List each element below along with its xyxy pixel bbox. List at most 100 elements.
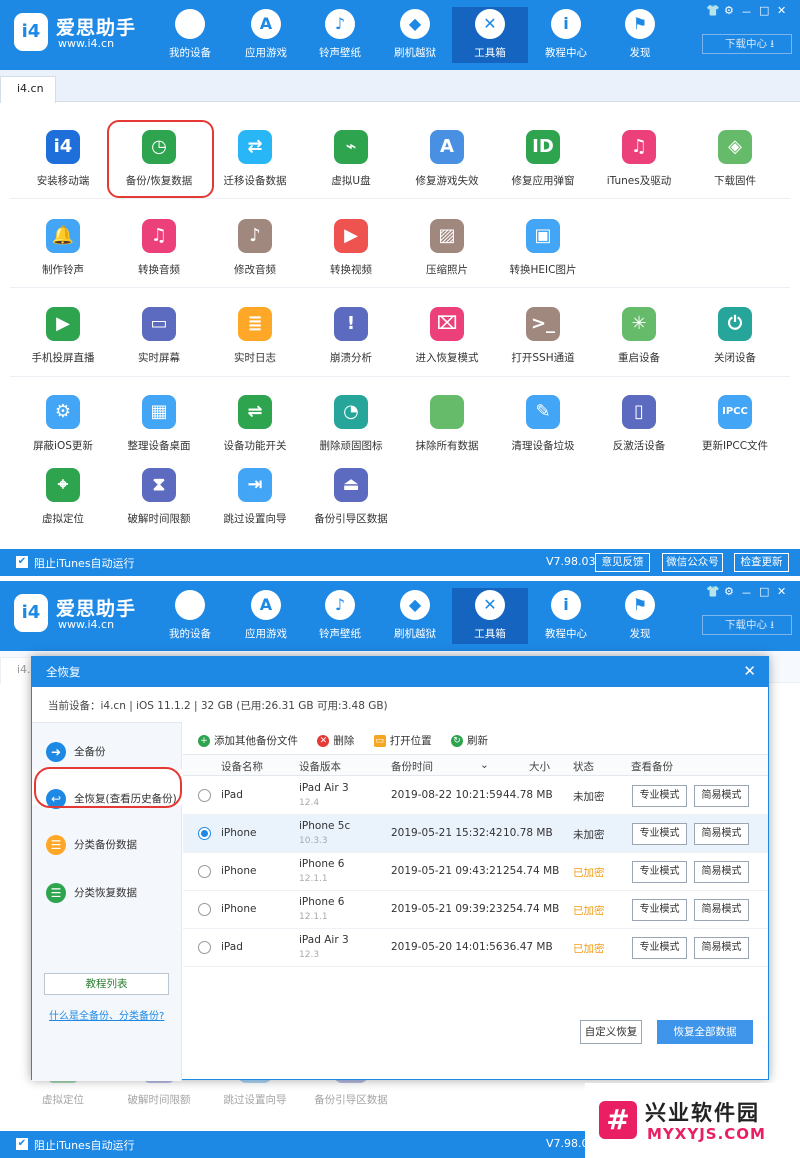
open-location-button[interactable]: ▭ 打开位置 [373, 733, 432, 748]
row-radio[interactable] [198, 827, 211, 840]
nav-item-0[interactable]: 我的设备 [152, 588, 228, 644]
tool-toggle[interactable]: ⇌ 设备功能开关 [207, 395, 303, 453]
tool-fix-game[interactable]: A 修复游戏失效 [399, 130, 495, 188]
tab-i4cn[interactable]: i4.cn [0, 76, 56, 103]
simple-mode-button[interactable]: 简易模式 [694, 861, 749, 883]
row-radio[interactable] [198, 865, 211, 878]
sidebar-item-category-backup[interactable]: ☰ 分类备份数据 [46, 833, 137, 857]
table-row[interactable]: iPhone iPhone 6 12.1.1 2019-05-21 09:39:23 2… [183, 891, 768, 929]
tool-log[interactable]: ≣ 实时日志 [207, 307, 303, 365]
tutorial-list-button[interactable]: 教程列表 [44, 973, 169, 995]
pro-mode-button[interactable]: 专业模式 [632, 861, 687, 883]
tool-skip-setup[interactable]: ⇥ 跳过设置向导 [207, 468, 303, 526]
tool-ipcc[interactable]: IPCC 更新IPCC文件 [687, 395, 783, 453]
feedback-button[interactable]: 意见反馈 [595, 553, 650, 572]
sidebar-item-category-restore[interactable]: ☰ 分类恢复数据 [46, 881, 137, 905]
download-center-button[interactable]: 下载中心 ⭳ [702, 34, 792, 54]
close-icon[interactable]: ✕ [777, 585, 786, 598]
nav-item-6[interactable]: ⚑ 发现 [602, 7, 678, 63]
nav-item-5[interactable]: i 教程中心 [528, 7, 604, 63]
skin-icon[interactable]: 👕 [706, 4, 720, 17]
tool-monitor[interactable]: ▭ 实时屏幕 [111, 307, 207, 365]
dialog-close-icon[interactable]: ✕ [743, 657, 756, 685]
download-center-button[interactable]: 下载中心 ⭳ [702, 615, 792, 635]
nav-item-1[interactable]: A 应用游戏 [228, 7, 304, 63]
tool-recovery[interactable]: ⌧ 进入恢复模式 [399, 307, 495, 365]
maximize-icon[interactable]: □ [759, 585, 769, 598]
simple-mode-button[interactable]: 简易模式 [694, 785, 749, 807]
close-icon[interactable]: ✕ [777, 4, 786, 17]
what-is-backup-link[interactable]: 什么是全备份、分类备份? [49, 1007, 164, 1022]
tool-migrate[interactable]: ⇄ 迁移设备数据 [207, 130, 303, 188]
tool-usb[interactable]: ⌁ 虚拟U盘 [303, 130, 399, 188]
tool-screen-cast[interactable]: ▶ 手机投屏直播 [15, 307, 111, 365]
minimize-icon[interactable]: － [741, 585, 752, 601]
tool-heic[interactable]: ▣ 转换HEIC图片 [495, 219, 591, 277]
custom-restore-button[interactable]: 自定义恢复 [580, 1020, 642, 1044]
tool-delete-icon[interactable]: ◔ 删除顽固图标 [303, 395, 399, 453]
delete-button[interactable]: ✕ 删除 [317, 733, 354, 748]
nav-item-3[interactable]: ◆ 刷机越狱 [377, 7, 453, 63]
tool-firmware[interactable]: ◈ 下载固件 [687, 130, 783, 188]
nav-item-2[interactable]: ♪ 铃声壁纸 [302, 7, 378, 63]
tool-itunes[interactable]: ♫ iTunes及驱动 [591, 130, 687, 188]
itunes-checkbox[interactable]: ✔ [16, 1138, 28, 1150]
tool-crash[interactable]: ! 崩溃分析 [303, 307, 399, 365]
sort-icon[interactable]: ⌄ [480, 759, 489, 771]
tool-location[interactable]: ⌖ 虚拟定位 [15, 468, 111, 526]
settings-icon[interactable]: ⚙ [724, 585, 734, 598]
tool-i4[interactable]: i4 安装移动端 [15, 130, 111, 188]
pro-mode-button[interactable]: 专业模式 [632, 899, 687, 921]
row-radio[interactable] [198, 903, 211, 916]
tool-apple-id[interactable]: ID 修复应用弹窗 [495, 130, 591, 188]
table-row[interactable]: iPhone iPhone 6 12.1.1 2019-05-21 09:43:21 2… [183, 853, 768, 891]
nav-item-5[interactable]: i 教程中心 [528, 588, 604, 644]
tool-convert-audio[interactable]: ♫ 转换音频 [111, 219, 207, 277]
row-radio[interactable] [198, 941, 211, 954]
tool-edit-audio[interactable]: ♪ 修改音频 [207, 219, 303, 277]
wechat-button[interactable]: 微信公众号 [662, 553, 723, 572]
nav-item-4[interactable]: ✕ 工具箱 [452, 588, 528, 644]
simple-mode-button[interactable]: 简易模式 [694, 937, 749, 959]
tool-block-update[interactable]: ⚙ 屏蔽iOS更新 [15, 395, 111, 453]
settings-icon[interactable]: ⚙ [724, 4, 734, 17]
tool-convert-video[interactable]: ▶ 转换视频 [303, 219, 399, 277]
table-row[interactable]: iPhone iPhone 5c 10.3.3 2019-05-21 15:32:42… [183, 815, 768, 853]
nav-item-4[interactable]: ✕ 工具箱 [452, 7, 528, 63]
col-backup-time[interactable]: 备份时间 [391, 759, 433, 774]
tool-photo[interactable]: ▨ 压缩照片 [399, 219, 495, 277]
itunes-checkbox[interactable]: ✔ [16, 556, 28, 568]
tool-restart[interactable]: ✳ 重启设备 [591, 307, 687, 365]
skin-icon[interactable]: 👕 [706, 585, 720, 598]
table-row[interactable]: iPad iPad Air 3 12.4 2019-08-22 10:21:59 44.… [183, 777, 768, 815]
check-update-button[interactable]: 检查更新 [734, 553, 789, 572]
minimize-icon[interactable]: － [741, 4, 752, 20]
restore-all-button[interactable]: 恢复全部数据 [657, 1020, 753, 1044]
table-row[interactable]: iPad iPad Air 3 12.3 2019-05-20 14:01:56 36.… [183, 929, 768, 967]
tool-bell[interactable]: 🔔 制作铃声 [15, 219, 111, 277]
tool-boot-backup[interactable]: ⏏ 备份引导区数据 [303, 468, 399, 526]
simple-mode-button[interactable]: 简易模式 [694, 823, 749, 845]
nav-item-3[interactable]: ◆ 刷机越狱 [377, 588, 453, 644]
tool-desktop[interactable]: ▦ 整理设备桌面 [111, 395, 207, 453]
tool-clean[interactable]: ✎ 清理设备垃圾 [495, 395, 591, 453]
tool-deactivate[interactable]: ▯ 反激活设备 [591, 395, 687, 453]
tool-erase[interactable]: 抹除所有数据 [399, 395, 495, 453]
pro-mode-button[interactable]: 专业模式 [632, 937, 687, 959]
row-radio[interactable] [198, 789, 211, 802]
maximize-icon[interactable]: □ [759, 4, 769, 17]
device-name: iPhone [221, 827, 257, 839]
nav-item-6[interactable]: ⚑ 发现 [602, 588, 678, 644]
add-backup-file-button[interactable]: + 添加其他备份文件 [198, 733, 298, 748]
nav-item-2[interactable]: ♪ 铃声壁纸 [302, 588, 378, 644]
nav-item-1[interactable]: A 应用游戏 [228, 588, 304, 644]
pro-mode-button[interactable]: 专业模式 [632, 785, 687, 807]
simple-mode-button[interactable]: 简易模式 [694, 899, 749, 921]
nav-item-0[interactable]: 我的设备 [152, 7, 228, 63]
tool-ssh[interactable]: >_ 打开SSH通道 [495, 307, 591, 365]
refresh-button[interactable]: ↻ 刷新 [451, 733, 488, 748]
tool-time-limit[interactable]: ⧗ 破解时间限额 [111, 468, 207, 526]
tool-power[interactable]: ⏻ 关闭设备 [687, 307, 783, 365]
pro-mode-button[interactable]: 专业模式 [632, 823, 687, 845]
sidebar-item-full-backup[interactable]: ➜ 全备份 [46, 740, 106, 764]
